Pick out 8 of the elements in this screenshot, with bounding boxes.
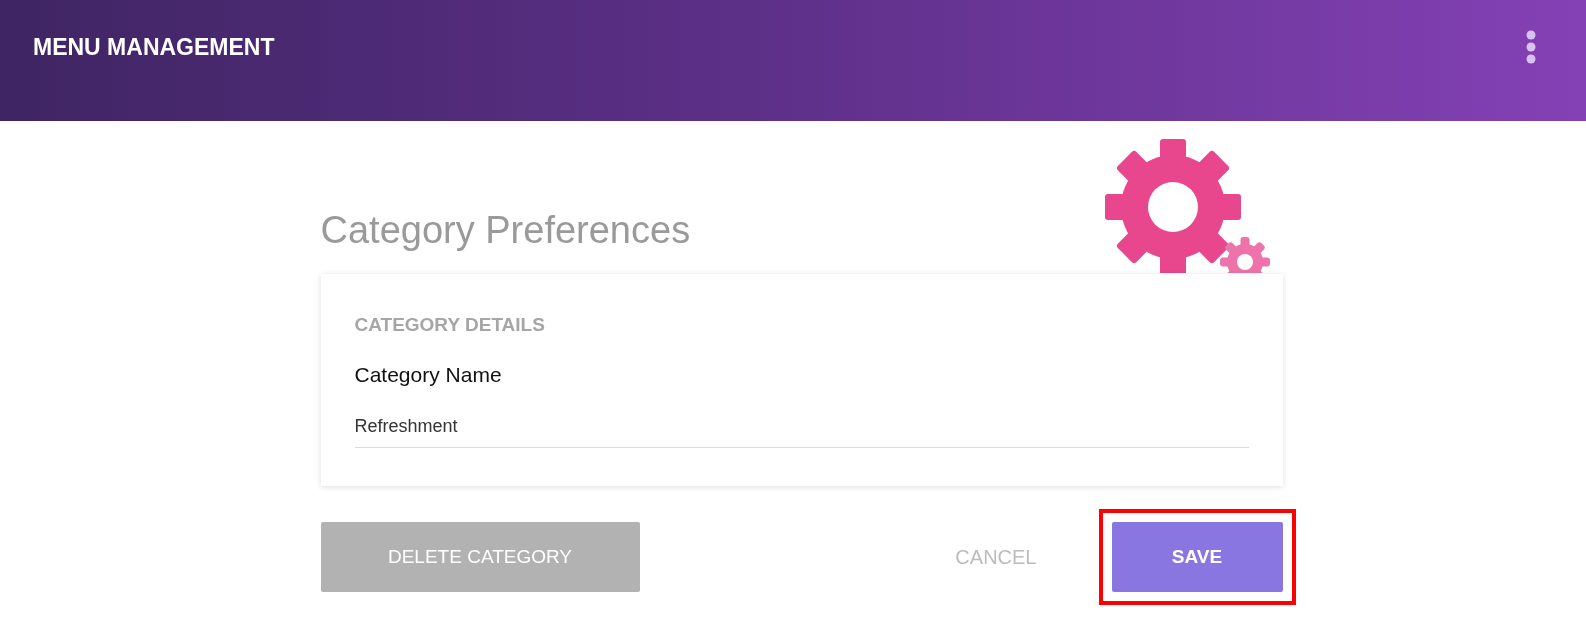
save-button[interactable]: SAVE [1111,522,1283,592]
more-menu-icon[interactable] [1526,30,1536,64]
cancel-button[interactable]: CANCEL [935,522,1057,592]
app-title: MENU MANAGEMENT [33,33,275,61]
section-heading: CATEGORY DETAILS [354,314,545,336]
category-name-field[interactable]: Refreshment [354,416,1249,448]
page-title: Category Preferences [320,209,691,252]
field-label: Category Name [354,363,502,387]
